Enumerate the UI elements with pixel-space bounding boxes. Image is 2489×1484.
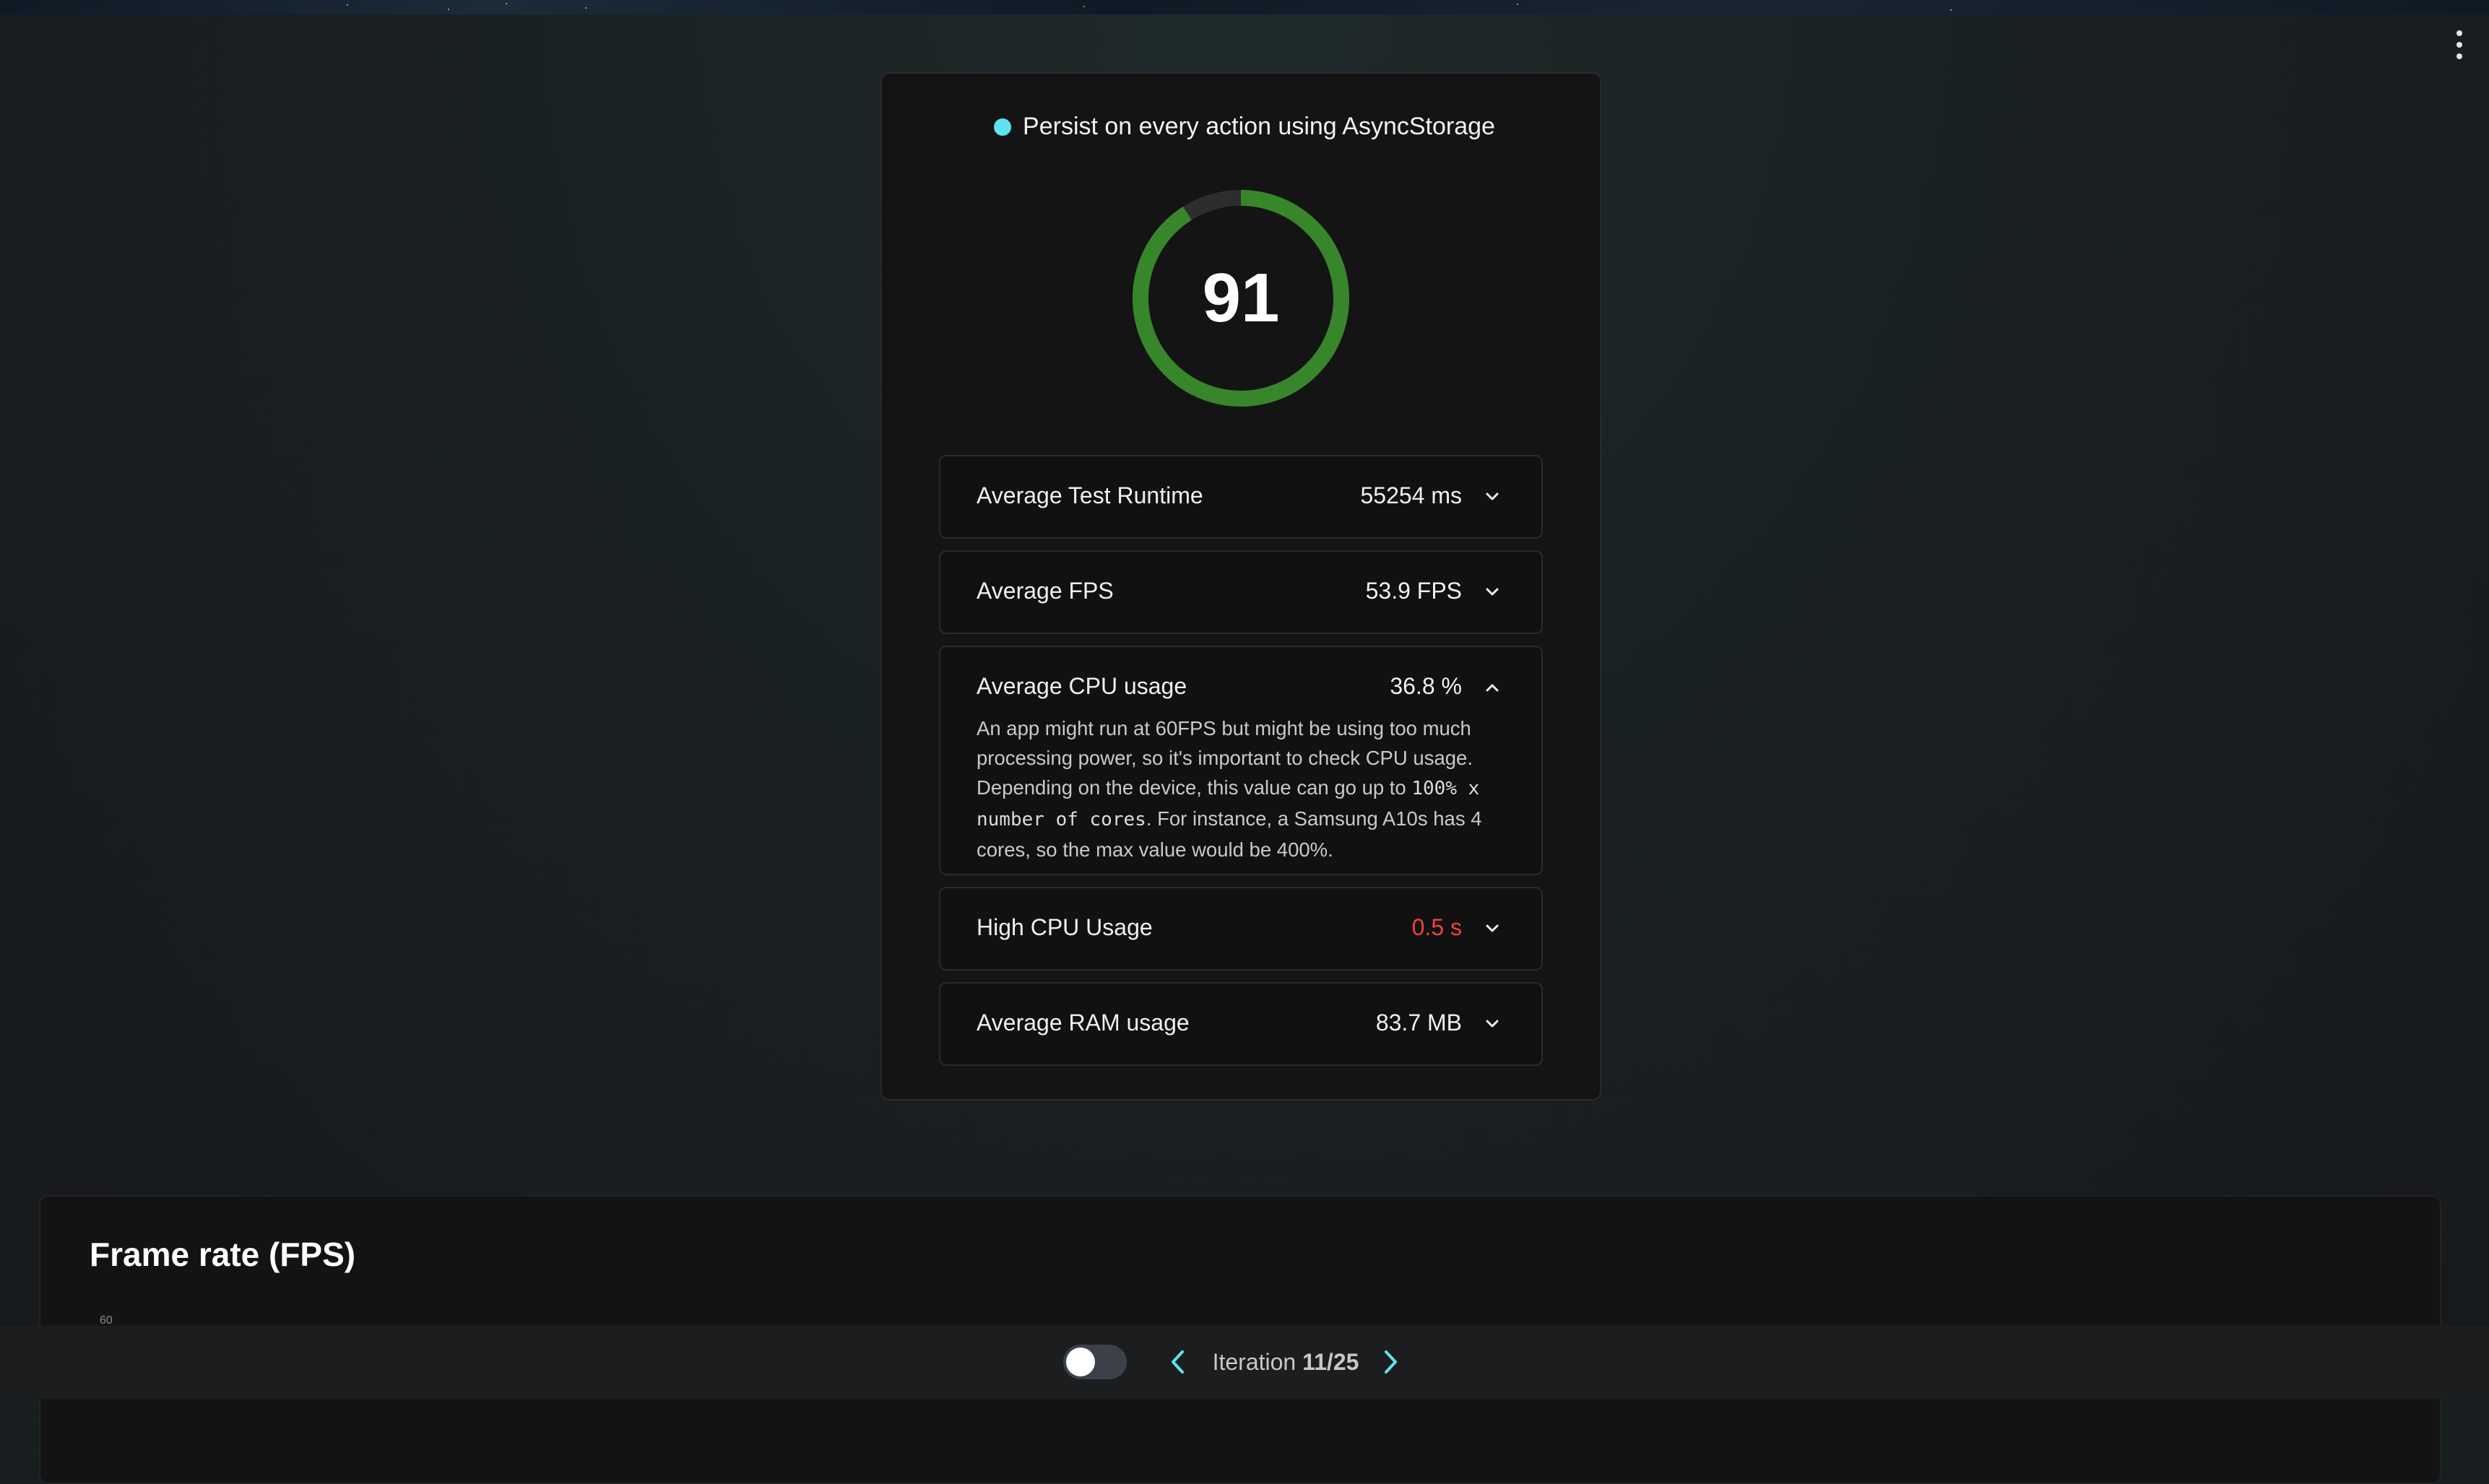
toggle-knob: [1066, 1348, 1095, 1376]
more-vertical-icon[interactable]: [2451, 30, 2467, 59]
metric-value: 0.5 s: [1411, 914, 1462, 940]
metric-description: An app might run at 60FPS but might be u…: [977, 713, 1511, 864]
score-value: 91: [1202, 259, 1280, 337]
test-title-row: Persist on every action using AsyncStora…: [0, 108, 2489, 144]
chevron-down-icon[interactable]: [1482, 582, 1502, 602]
test-title: Persist on every action using AsyncStora…: [1023, 113, 1495, 140]
metric-label: High CPU Usage: [977, 914, 1153, 940]
metric-row-high-cpu-usage[interactable]: High CPU Usage 0.5 s: [939, 887, 1543, 971]
iteration-label: Iteration: [1212, 1349, 1297, 1375]
iteration-indicator: Iteration 11/25: [1199, 1345, 1372, 1379]
metric-label: Average Test Runtime: [977, 482, 1203, 508]
chevron-down-icon[interactable]: [1482, 919, 1502, 939]
iteration-value: 11/25: [1302, 1349, 1359, 1375]
metric-value: 36.8 %: [1390, 673, 1462, 699]
metric-value: 83.7 MB: [1375, 1010, 1462, 1036]
metric-label: Average RAM usage: [977, 1010, 1190, 1036]
metric-value: 53.9 FPS: [1365, 578, 1462, 604]
status-dot: [994, 118, 1012, 136]
metric-row-average-ram-usage[interactable]: Average RAM usage 83.7 MB: [939, 982, 1543, 1066]
metric-description-text: An app might run at 60FPS but might be u…: [977, 717, 1473, 799]
metric-row-average-cpu-usage[interactable]: Average CPU usage 36.8 % An app might ru…: [939, 646, 1543, 875]
metric-value: 55254 ms: [1360, 482, 1462, 508]
chevron-down-icon[interactable]: [1482, 1014, 1502, 1034]
chevron-right-icon[interactable]: [1378, 1348, 1403, 1376]
chevron-left-icon[interactable]: [1166, 1348, 1190, 1376]
chevron-down-icon[interactable]: [1482, 487, 1502, 507]
chevron-up-icon[interactable]: [1482, 677, 1502, 698]
metric-label: Average FPS: [977, 578, 1114, 604]
fps-chart-title: Frame rate (FPS): [90, 1236, 356, 1273]
toggle-switch[interactable]: [1063, 1345, 1127, 1379]
metric-row-average-fps[interactable]: Average FPS 53.9 FPS: [939, 550, 1543, 634]
header-banner: [0, 0, 2489, 14]
metric-label: Average CPU usage: [977, 673, 1187, 699]
metric-row-average-test-runtime[interactable]: Average Test Runtime 55254 ms: [939, 455, 1543, 539]
